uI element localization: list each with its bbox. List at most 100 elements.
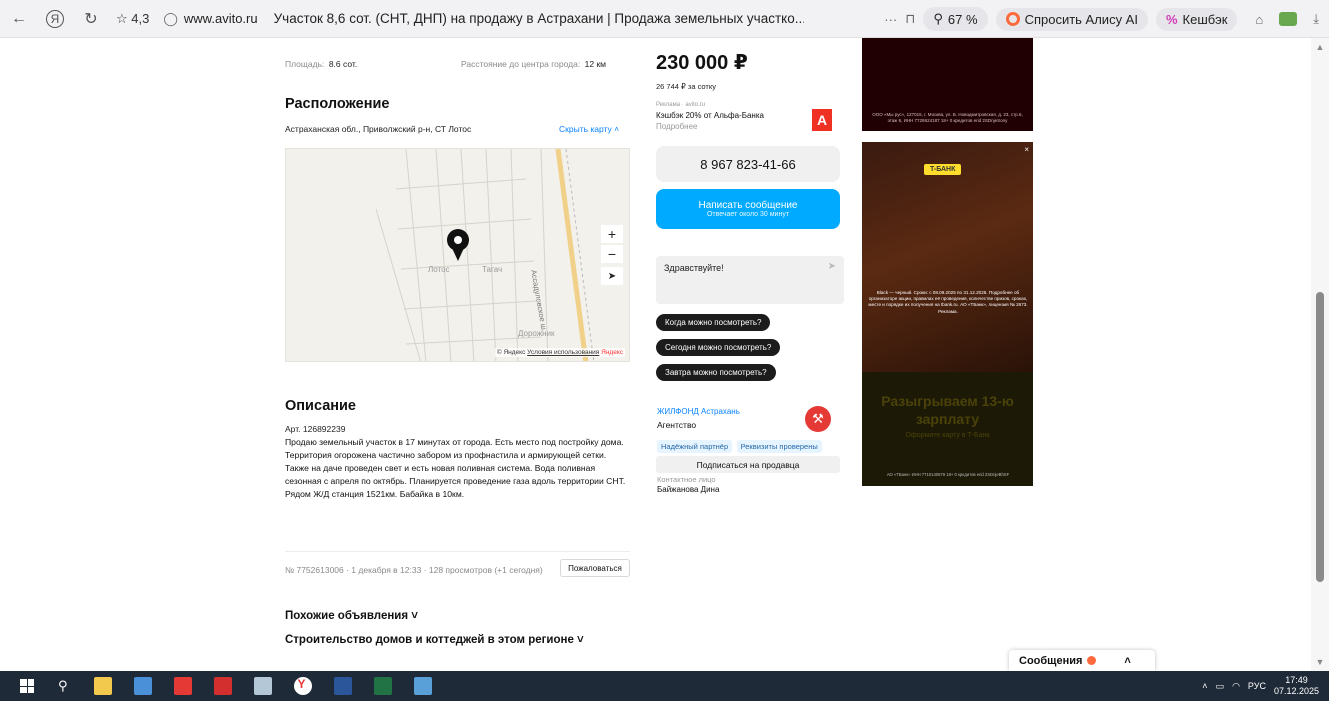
- zoom-pill[interactable]: ⚲ 67 %: [923, 7, 988, 31]
- messages-tab[interactable]: Сообщения ˄: [1009, 650, 1155, 671]
- search-icon[interactable]: ⚲: [58, 678, 68, 694]
- message-placeholder: Здравствуйте!: [664, 263, 724, 273]
- params-row: Площадь: 8.6 сот. Расстояние до центра г…: [285, 54, 630, 72]
- similar-listings[interactable]: Похожие объявления ˅: [285, 610, 418, 622]
- scroll-thumb[interactable]: [1316, 292, 1324, 582]
- back-icon[interactable]: ←: [6, 6, 32, 32]
- construction-label: Строительство домов и коттеджей в этом р…: [285, 634, 574, 646]
- chevron-up-icon[interactable]: ˄: [1202, 681, 1207, 691]
- tab-title: Участок 8,6 сот. (СНТ, ДНП) на продажу в…: [273, 11, 804, 26]
- cashback-label: Кешбэк: [1182, 11, 1228, 27]
- write-message-button[interactable]: Написать сообщение Отвечает около 30 мин…: [656, 189, 840, 229]
- tag-verified: Реквизиты проверены: [736, 440, 822, 453]
- hide-map-link[interactable]: Скрыть карту ˄: [559, 124, 619, 134]
- excel-icon[interactable]: [373, 677, 392, 695]
- phone-button[interactable]: 8 967 823-41-66: [656, 146, 840, 182]
- message-input[interactable]: Здравствуйте! ➤: [656, 256, 844, 304]
- quick-reply-1[interactable]: Когда можно посмотреть?: [656, 314, 771, 331]
- word-icon[interactable]: [333, 677, 352, 695]
- agency-name[interactable]: ЖИЛФОНД Астрахань: [657, 407, 740, 416]
- quick-reply-2[interactable]: Сегодня можно посмотреть?: [656, 339, 781, 356]
- explorer-icon[interactable]: [93, 677, 112, 695]
- more-link[interactable]: Подробнее: [656, 122, 698, 131]
- ad2-disclaimer: Black — черный. Сроки: с 08.09.2025 по 3…: [868, 290, 1028, 314]
- battery-icon[interactable]: ▭: [1216, 681, 1225, 692]
- cut-title: [285, 38, 289, 46]
- subscribe-button[interactable]: Подписаться на продавца: [656, 456, 840, 473]
- anydesk-icon[interactable]: [173, 677, 192, 695]
- download-icon[interactable]: ⤓: [1313, 11, 1319, 27]
- map-brand: Яндекс: [601, 349, 623, 356]
- site-rating[interactable]: ☆ 4,3: [116, 11, 149, 27]
- ad-label: Реклама · avito.ru: [656, 102, 706, 108]
- hide-map-label: Скрыть карту: [559, 124, 612, 134]
- page-content: Площадь: 8.6 сот. Расстояние до центра г…: [0, 38, 1311, 671]
- article-number: Арт. 126892239: [285, 424, 346, 434]
- price-per-sotka: 26 744 ₽ за сотку: [656, 82, 716, 91]
- percent-icon: %: [1165, 11, 1178, 27]
- zoom-out-button[interactable]: −: [601, 245, 623, 263]
- start-icon[interactable]: [20, 679, 34, 693]
- ad2-footer: АО «ТБанк» ИНН 7710140679 18+ 0 кредитов…: [886, 472, 1010, 477]
- ad-banner-tbank[interactable]: × T-БАНК Black — черный. Сроки: с 08.09.…: [862, 142, 1033, 486]
- clock[interactable]: 17:49 07.12.2025: [1274, 675, 1319, 697]
- locate-button[interactable]: ➤: [601, 267, 623, 285]
- notepad-icon[interactable]: [253, 677, 272, 695]
- cashback-offer[interactable]: Кэшбэк 20% от Альфа-Банка: [656, 111, 764, 120]
- agency-avatar[interactable]: ⚒: [805, 406, 831, 432]
- pdf-icon[interactable]: [213, 677, 232, 695]
- chevron-up-icon[interactable]: ˄: [1124, 655, 1130, 667]
- map-terms-link[interactable]: Условия использования: [527, 349, 599, 356]
- alfa-bank-icon: A: [812, 109, 832, 131]
- report-button[interactable]: Пожаловаться: [560, 559, 630, 577]
- send-icon[interactable]: ➤: [828, 261, 836, 272]
- description-text: Продаю земельный участок в 17 минутах от…: [285, 437, 626, 499]
- system-tray: ˄ ▭ ◠ РУС 17:49 07.12.2025: [1202, 671, 1319, 701]
- ad-banner-top[interactable]: ООО «Мы рус», 127015, г. Москва, ул. Б. …: [862, 38, 1033, 131]
- yandex-browser-icon[interactable]: Y: [293, 677, 312, 695]
- cashback-button[interactable]: % Кешбэк: [1155, 7, 1238, 31]
- quick-reply-3[interactable]: Завтра можно посмотреть?: [656, 364, 776, 381]
- unread-dot-icon: [1087, 656, 1097, 665]
- location-heading: Расположение: [285, 96, 390, 112]
- map[interactable]: Лотос Тагач Дорожник Ассадуловское ш. + …: [285, 148, 630, 362]
- seller-tags: Надёжный партнёр Реквизиты проверены: [657, 436, 822, 454]
- description-heading: Описание: [285, 398, 356, 414]
- more-icon[interactable]: ···: [884, 12, 897, 27]
- profile-icon[interactable]: [1279, 12, 1298, 26]
- similar-label: Похожие объявления: [285, 610, 409, 622]
- address-bar[interactable]: ◯ www.avito.ru: [163, 11, 257, 27]
- map-canvas: [286, 149, 629, 361]
- bookmark-icon[interactable]: ⊓: [905, 11, 915, 27]
- map-copyright: © Яндекс: [496, 349, 526, 356]
- reload-icon[interactable]: ↻: [78, 6, 104, 32]
- scroll-up-icon[interactable]: ▲: [1315, 42, 1325, 52]
- zoom-in-button[interactable]: +: [601, 225, 623, 243]
- shield-icon: ◯: [163, 10, 178, 26]
- scroll-down-icon[interactable]: ▼: [1315, 657, 1325, 667]
- zoom-level: 67 %: [947, 11, 978, 27]
- alice-button[interactable]: Спросить Алису AI: [995, 7, 1148, 31]
- yandex-icon[interactable]: Я: [46, 9, 64, 28]
- ad2-photo: [862, 142, 1033, 372]
- close-icon[interactable]: ×: [1024, 145, 1029, 154]
- extension-icon[interactable]: ⌂: [1255, 12, 1263, 27]
- wifi-icon[interactable]: ◠: [1232, 681, 1240, 692]
- picture-icon[interactable]: [413, 677, 432, 695]
- contact-label: Контактное лицо: [657, 475, 716, 484]
- network-app-icon[interactable]: [133, 677, 152, 695]
- chevron-up-icon: ˄: [614, 124, 620, 134]
- map-label-tagach: Тагач: [482, 265, 503, 274]
- language-indicator[interactable]: РУС: [1248, 681, 1266, 691]
- ad2-badge: T-БАНК: [924, 164, 962, 175]
- page-scrollbar[interactable]: ▲ ▼: [1311, 38, 1329, 671]
- alice-label: Спросить Алису AI: [1024, 11, 1138, 27]
- locate-arrow-icon: ➤: [607, 270, 617, 282]
- ad2-bottom: [862, 372, 1033, 486]
- browser-toolbar: ← Я ↻ ☆ 4,3 ◯ www.avito.ru Участок 8,6 со…: [0, 0, 1329, 38]
- search-icon: ⚲: [933, 11, 943, 26]
- construction-section[interactable]: Строительство домов и коттеджей в этом р…: [285, 634, 584, 646]
- ad2-headline: Разыгрываем 13-ю зарплату: [881, 393, 1014, 427]
- quick-replies: Когда можно посмотреть? Сегодня можно по…: [656, 312, 846, 387]
- area-value: 8.6 сот.: [328, 59, 358, 69]
